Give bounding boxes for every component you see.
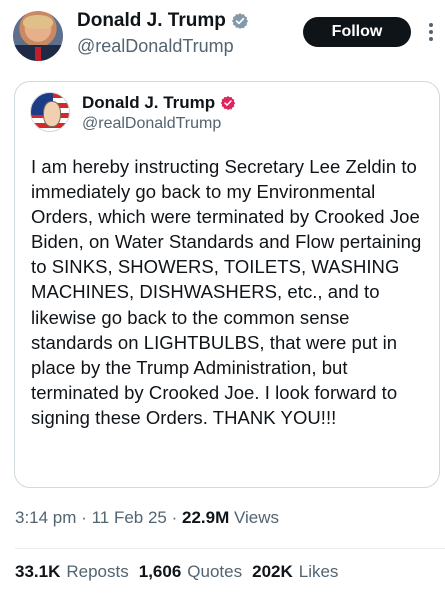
avatar-face <box>43 101 61 127</box>
divider <box>15 548 445 549</box>
author-avatar[interactable] <box>13 11 63 61</box>
author-name[interactable]: Donald J. Trump <box>77 10 226 32</box>
quoted-author-avatar[interactable] <box>30 92 70 132</box>
follow-button[interactable]: Follow <box>303 17 411 47</box>
post-date[interactable]: 11 Feb 25 <box>92 508 167 527</box>
quotes-stat[interactable]: 1,606 Quotes <box>139 562 242 582</box>
verified-badge-icon <box>220 96 236 110</box>
verified-badge-icon <box>231 13 248 29</box>
engagement-stats: 33.1K Reposts 1,606 Quotes 202K Likes <box>15 562 338 582</box>
post-meta: 3:14 pm · 11 Feb 25 · 22.9M Views <box>15 508 279 528</box>
quoted-post-card[interactable]: Donald J. Trump @realDonaldTrump I am he… <box>14 81 440 488</box>
meta-separator: · <box>81 508 87 527</box>
avatar-hair <box>23 15 53 29</box>
tweet-header: Donald J. Trump @realDonaldTrump Follow <box>0 0 445 80</box>
meta-separator: · <box>171 508 178 527</box>
views-label: Views <box>234 508 280 527</box>
quoted-author-handle[interactable]: @realDonaldTrump <box>82 115 221 133</box>
post-time[interactable]: 3:14 pm <box>15 508 76 527</box>
more-vertical-icon[interactable] <box>426 20 436 44</box>
avatar-tie <box>35 47 41 61</box>
views-count: 22.9M <box>182 508 230 527</box>
author-name-row: Donald J. Trump <box>77 10 249 32</box>
reposts-stat[interactable]: 33.1K Reposts <box>15 562 129 582</box>
quotes-count: 1,606 <box>138 562 182 581</box>
author-handle[interactable]: @realDonaldTrump <box>77 36 234 57</box>
quoted-name-row: Donald J. Trump <box>82 93 236 113</box>
quoted-author-name[interactable]: Donald J. Trump <box>82 93 215 113</box>
quoted-post-text: I am hereby instructing Secretary Lee Ze… <box>31 156 422 428</box>
likes-label: Likes <box>298 562 339 581</box>
reposts-label: Reposts <box>66 562 129 581</box>
likes-stat[interactable]: 202K Likes <box>252 562 338 582</box>
quotes-label: Quotes <box>187 562 243 581</box>
likes-count: 202K <box>252 562 293 581</box>
reposts-count: 33.1K <box>15 562 61 581</box>
